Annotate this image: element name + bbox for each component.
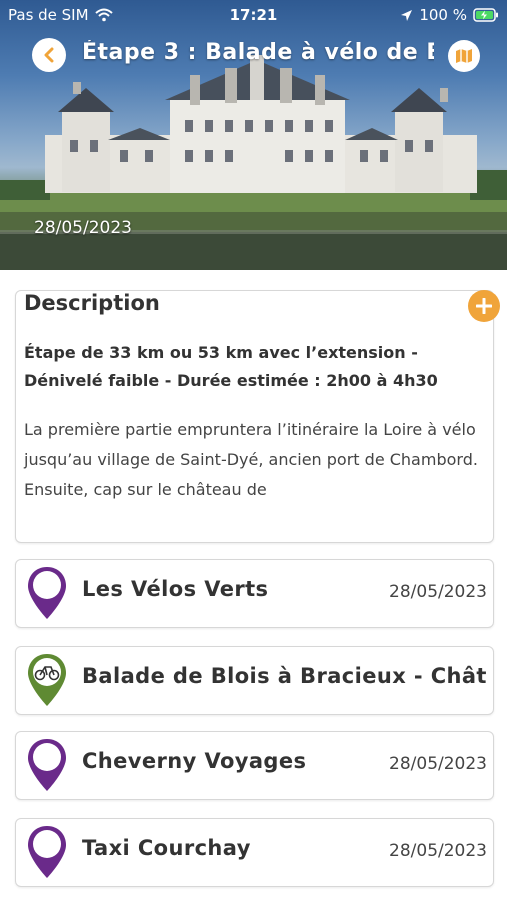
status-right: 100 % (400, 6, 499, 24)
map-button[interactable] (448, 40, 480, 72)
list-item[interactable]: Balade de Blois à Bracieux - Château de … (15, 646, 494, 715)
description-text: La première partie empruntera l’itinérai… (24, 420, 478, 499)
hero-date: 28/05/2023 (34, 218, 132, 238)
description-summary: Étape de 33 km ou 53 km avec l’extension… (24, 343, 438, 390)
battery-charging-icon (473, 8, 498, 22)
green-bicycle-pin-icon (28, 654, 66, 706)
expand-description-button[interactable] (468, 290, 500, 322)
purple-location-pin-icon (28, 826, 66, 878)
location-arrow-icon (401, 9, 413, 21)
page-title: Étape 3 : Balade à vélo de Blois à Braci… (82, 40, 434, 65)
description-heading: Description (24, 291, 160, 315)
item-date: 28/05/2023 (389, 582, 487, 602)
item-name: Cheverny Voyages (82, 749, 307, 773)
hero-image: Pas de SIM 17:21 100 % Étape 3 : Balade … (0, 0, 507, 270)
item-name: Taxi Courchay (82, 836, 251, 860)
purple-location-pin-icon (28, 739, 66, 791)
battery-percent: 100 % (419, 6, 467, 24)
item-name: Balade de Blois à Bracieux - Château de … (82, 664, 487, 688)
item-date: 28/05/2023 (389, 841, 487, 861)
description-card: Description Étape de 33 km ou 53 km avec… (15, 290, 494, 543)
list-item[interactable]: Les Vélos Verts 28/05/2023 (15, 559, 494, 628)
list-item[interactable]: Taxi Courchay 28/05/2023 (15, 818, 494, 887)
purple-location-pin-icon (28, 567, 66, 619)
item-name: Les Vélos Verts (82, 577, 269, 601)
status-bar: Pas de SIM 17:21 100 % (0, 0, 507, 32)
plus-icon (476, 298, 492, 314)
chevron-left-icon (44, 47, 54, 63)
list-item[interactable]: Cheverny Voyages 28/05/2023 (15, 731, 494, 800)
item-date: 28/05/2023 (389, 754, 487, 774)
back-button[interactable] (32, 38, 66, 72)
map-icon (456, 49, 472, 63)
